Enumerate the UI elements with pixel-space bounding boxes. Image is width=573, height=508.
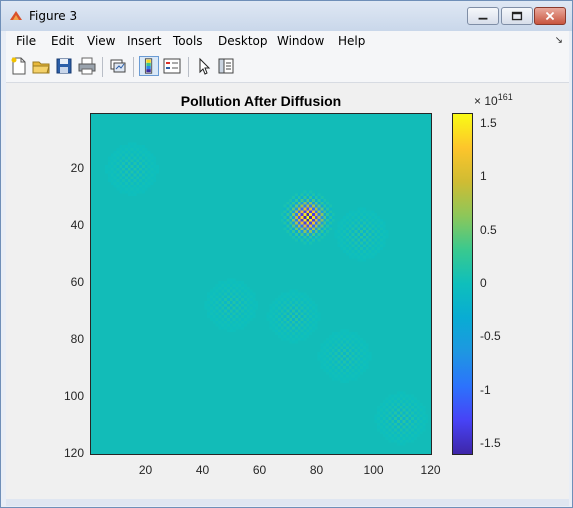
y-tick-label: 80 (70, 331, 84, 346)
colorbar-tick-label: -1 (480, 382, 491, 397)
heatmap-image[interactable] (90, 113, 432, 455)
status-bar (6, 499, 569, 506)
y-tick-label: 120 (63, 445, 84, 460)
new-figure-icon[interactable] (9, 56, 29, 76)
show-plot-tools-icon[interactable] (216, 56, 236, 76)
exponent-base: × 10 (474, 94, 498, 108)
colorbar-tick-label: 0.5 (480, 222, 497, 237)
close-icon (545, 11, 555, 21)
x-tick-label: 60 (252, 463, 267, 477)
x-tick-label: 100 (363, 463, 384, 477)
window-title: Figure 3 (29, 9, 78, 23)
open-folder-icon[interactable] (31, 56, 51, 76)
x-tick-label: 120 (420, 463, 441, 477)
maximize-icon (511, 11, 523, 21)
menu-edit[interactable]: Edit (51, 34, 74, 48)
colorbar-tick-label: -0.5 (480, 329, 501, 344)
colorbar-exponent: × 10161 (474, 92, 513, 108)
y-tick-label: 40 (70, 217, 84, 232)
menu-file[interactable]: File (16, 34, 36, 48)
title-bar[interactable]: Figure 3 (1, 1, 572, 31)
toolbar-separator (102, 57, 103, 77)
insert-colorbar-icon[interactable] (139, 56, 159, 76)
exponent-power: 161 (497, 92, 513, 102)
insert-legend-icon[interactable] (162, 56, 182, 76)
menu-help[interactable]: Help (338, 34, 365, 48)
menu-view[interactable]: View (87, 34, 115, 48)
menu-bar: File Edit View Insert Tools Desktop Wind… (6, 31, 569, 51)
menu-window[interactable]: Window (277, 34, 324, 48)
print-icon[interactable] (77, 56, 97, 76)
colorbar-tick-label: -1.5 (480, 436, 501, 451)
edit-plot-arrow-icon[interactable] (194, 56, 214, 76)
link-plot-icon[interactable] (108, 56, 128, 76)
maximize-button[interactable] (501, 7, 533, 25)
y-tick-label: 60 (70, 274, 84, 289)
x-tick-label: 20 (138, 463, 153, 477)
minimize-icon (478, 17, 488, 20)
toolbar-separator (188, 57, 189, 77)
colorbar-tick-label: 1 (480, 169, 487, 184)
x-tick-label: 40 (195, 463, 210, 477)
figure-toolbar (6, 51, 569, 83)
dock-arrow-icon[interactable]: ↘ (555, 35, 563, 46)
menu-desktop[interactable]: Desktop (218, 34, 268, 48)
close-button[interactable] (534, 7, 566, 25)
plot-title: Pollution After Diffusion (180, 93, 342, 109)
y-tick-label: 20 (70, 160, 84, 175)
save-icon[interactable] (54, 56, 74, 76)
colorbar-tick-label: 0 (480, 276, 487, 290)
minimize-button[interactable] (467, 7, 499, 25)
menu-insert[interactable]: Insert (127, 34, 161, 48)
colorbar[interactable] (452, 113, 473, 455)
menu-tools[interactable]: Tools (173, 34, 203, 48)
colorbar-tick-label: 1.5 (480, 115, 497, 130)
y-tick-label: 100 (63, 388, 84, 403)
x-tick-label: 80 (309, 463, 324, 477)
toolbar-separator (133, 57, 134, 77)
matlab-icon (10, 11, 22, 20)
